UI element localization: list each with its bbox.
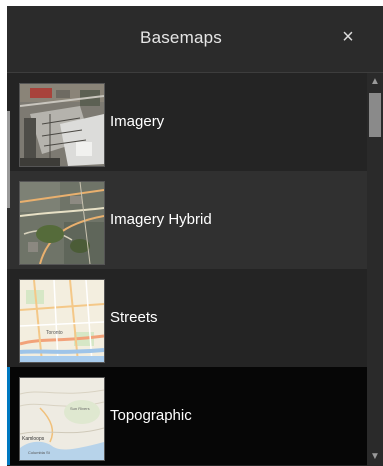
basemap-label: Streets [110,309,158,326]
imagery-thumbnail [19,83,105,167]
scrollbar-thumb[interactable] [369,93,381,137]
list-scrollbar[interactable]: ▲ ▼ [367,73,383,466]
svg-text:Kamloops: Kamloops [22,436,45,442]
topographic-thumbnail: Sun Rivers Kamloops Columbia St [19,377,105,461]
panel-title: Basemaps [140,28,222,47]
close-icon: × [342,26,354,48]
panel-header: Basemaps × [7,6,383,73]
basemap-list: Imagery Imagery Hybrid Toronto Streets S… [7,73,367,466]
scroll-up-icon[interactable]: ▲ [367,75,383,89]
basemaps-panel: Basemaps × Imagery Imagery Hybrid Toront… [7,6,383,466]
svg-text:Toronto: Toronto [46,330,63,336]
basemap-label: Imagery [110,113,165,130]
basemap-item-topographic[interactable]: Sun Rivers Kamloops Columbia St Topograp… [7,367,367,465]
selected-indicator [7,367,10,465]
basemap-label: Imagery Hybrid [110,211,212,228]
svg-text:Sun Rivers: Sun Rivers [70,406,90,411]
scroll-down-icon[interactable]: ▼ [367,450,383,464]
streets-thumbnail: Toronto [19,279,105,363]
svg-text:Columbia St: Columbia St [28,450,51,455]
imagery-hybrid-thumbnail [19,181,105,265]
close-button[interactable]: × [335,24,361,50]
basemap-item-streets[interactable]: Toronto Streets [7,269,367,367]
basemap-label: Topographic [110,407,192,424]
basemap-item-imagery-hybrid[interactable]: Imagery Hybrid [7,171,367,269]
scroll-focus-indicator [7,111,10,208]
basemap-item-imagery[interactable]: Imagery [7,73,367,171]
